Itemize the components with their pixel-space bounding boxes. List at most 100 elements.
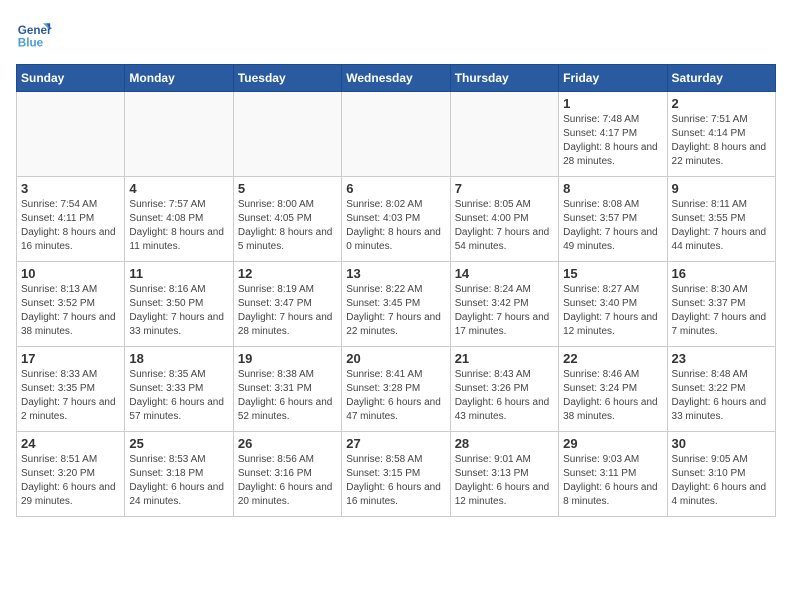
day-number: 24 [21, 436, 120, 451]
day-number: 4 [129, 181, 228, 196]
day-cell: 10 Sunrise: 8:13 AM Sunset: 3:52 PM Dayli… [17, 262, 125, 347]
day-info: Sunrise: 8:58 AM Sunset: 3:15 PM Dayligh… [346, 453, 445, 509]
day-number: 14 [455, 266, 554, 281]
day-info: Sunrise: 8:11 AM Sunset: 3:55 PM Dayligh… [672, 198, 771, 254]
day-cell: 11 Sunrise: 8:16 AM Sunset: 3:50 PM Dayli… [125, 262, 233, 347]
day-info: Sunrise: 8:43 AM Sunset: 3:26 PM Dayligh… [455, 368, 554, 424]
day-cell: 23Sunrise: 8:48 AM Sunset: 3:22 PM Dayli… [667, 347, 775, 432]
day-number: 20 [346, 351, 445, 366]
day-number: 9 [672, 181, 771, 196]
day-info: Sunrise: 8:35 AM Sunset: 3:33 PM Dayligh… [129, 368, 228, 424]
svg-text:Blue: Blue [18, 37, 44, 50]
week-row-2: 3Sunrise: 7:54 AM Sunset: 4:11 PM Daylig… [17, 177, 776, 262]
day-info: Sunrise: 8:16 AM Sunset: 3:50 PM Dayligh… [129, 283, 228, 339]
day-cell: 19 Sunrise: 8:38 AM Sunset: 3:31 PM Dayli… [233, 347, 341, 432]
day-info: Sunrise: 7:51 AM Sunset: 4:14 PM Dayligh… [672, 113, 771, 169]
day-cell: 20 Sunrise: 8:41 AM Sunset: 3:28 PM Dayli… [342, 347, 450, 432]
day-info: Sunrise: 9:01 AM Sunset: 3:13 PM Dayligh… [455, 453, 554, 509]
day-cell: 1 Sunrise: 7:48 AM Sunset: 4:17 PM Daylig… [559, 92, 667, 177]
day-number: 26 [238, 436, 337, 451]
day-info: Sunrise: 8:33 AM Sunset: 3:35 PM Dayligh… [21, 368, 120, 424]
day-number: 1 [563, 96, 662, 111]
day-cell [125, 92, 233, 177]
day-info: Sunrise: 8:48 AM Sunset: 3:22 PM Dayligh… [672, 368, 771, 424]
day-cell: 2 Sunrise: 7:51 AM Sunset: 4:14 PM Daylig… [667, 92, 775, 177]
day-number: 13 [346, 266, 445, 281]
day-cell: 15 Sunrise: 8:27 AM Sunset: 3:40 PM Dayli… [559, 262, 667, 347]
day-cell: 16 Sunrise: 8:30 AM Sunset: 3:37 PM Dayli… [667, 262, 775, 347]
day-info: Sunrise: 7:48 AM Sunset: 4:17 PM Dayligh… [563, 113, 662, 169]
day-cell: 25 Sunrise: 8:53 AM Sunset: 3:18 PM Dayli… [125, 432, 233, 517]
day-info: Sunrise: 8:24 AM Sunset: 3:42 PM Dayligh… [455, 283, 554, 339]
day-cell: 8 Sunrise: 8:08 AM Sunset: 3:57 PM Daylig… [559, 177, 667, 262]
day-cell: 9 Sunrise: 8:11 AM Sunset: 3:55 PM Daylig… [667, 177, 775, 262]
day-cell: 4 Sunrise: 7:57 AM Sunset: 4:08 PM Daylig… [125, 177, 233, 262]
day-info: Sunrise: 8:00 AM Sunset: 4:05 PM Dayligh… [238, 198, 337, 254]
day-number: 28 [455, 436, 554, 451]
day-info: Sunrise: 8:53 AM Sunset: 3:18 PM Dayligh… [129, 453, 228, 509]
day-number: 18 [129, 351, 228, 366]
day-info: Sunrise: 8:08 AM Sunset: 3:57 PM Dayligh… [563, 198, 662, 254]
day-cell: 12 Sunrise: 8:19 AM Sunset: 3:47 PM Dayli… [233, 262, 341, 347]
header: General Blue [16, 16, 776, 52]
day-number: 16 [672, 266, 771, 281]
day-cell: 21 Sunrise: 8:43 AM Sunset: 3:26 PM Dayli… [450, 347, 558, 432]
day-info: Sunrise: 8:13 AM Sunset: 3:52 PM Dayligh… [21, 283, 120, 339]
day-cell: 7 Sunrise: 8:05 AM Sunset: 4:00 PM Daylig… [450, 177, 558, 262]
header-row: SundayMondayTuesdayWednesdayThursdayFrid… [17, 65, 776, 92]
week-row-4: 17 Sunrise: 8:33 AM Sunset: 3:35 PM Dayli… [17, 347, 776, 432]
day-cell [17, 92, 125, 177]
day-cell: 22 Sunrise: 8:46 AM Sunset: 3:24 PM Dayli… [559, 347, 667, 432]
col-header-wednesday: Wednesday [342, 65, 450, 92]
col-header-monday: Monday [125, 65, 233, 92]
logo-icon: General Blue [16, 16, 52, 52]
day-number: 7 [455, 181, 554, 196]
week-row-5: 24 Sunrise: 8:51 AM Sunset: 3:20 PM Dayli… [17, 432, 776, 517]
day-info: Sunrise: 8:38 AM Sunset: 3:31 PM Dayligh… [238, 368, 337, 424]
day-info: Sunrise: 9:03 AM Sunset: 3:11 PM Dayligh… [563, 453, 662, 509]
day-number: 21 [455, 351, 554, 366]
day-number: 5 [238, 181, 337, 196]
day-info: Sunrise: 9:05 AM Sunset: 3:10 PM Dayligh… [672, 453, 771, 509]
day-cell: 3Sunrise: 7:54 AM Sunset: 4:11 PM Daylig… [17, 177, 125, 262]
week-row-1: 1 Sunrise: 7:48 AM Sunset: 4:17 PM Daylig… [17, 92, 776, 177]
day-number: 10 [21, 266, 120, 281]
day-cell: 30Sunrise: 9:05 AM Sunset: 3:10 PM Dayli… [667, 432, 775, 517]
day-number: 2 [672, 96, 771, 111]
day-cell [233, 92, 341, 177]
col-header-sunday: Sunday [17, 65, 125, 92]
col-header-saturday: Saturday [667, 65, 775, 92]
day-info: Sunrise: 8:30 AM Sunset: 3:37 PM Dayligh… [672, 283, 771, 339]
day-cell: 13Sunrise: 8:22 AM Sunset: 3:45 PM Dayli… [342, 262, 450, 347]
day-cell: 26Sunrise: 8:56 AM Sunset: 3:16 PM Dayli… [233, 432, 341, 517]
day-cell: 18 Sunrise: 8:35 AM Sunset: 3:33 PM Dayli… [125, 347, 233, 432]
day-info: Sunrise: 7:54 AM Sunset: 4:11 PM Dayligh… [21, 198, 120, 254]
day-info: Sunrise: 8:46 AM Sunset: 3:24 PM Dayligh… [563, 368, 662, 424]
day-number: 12 [238, 266, 337, 281]
week-row-3: 10 Sunrise: 8:13 AM Sunset: 3:52 PM Dayli… [17, 262, 776, 347]
day-number: 17 [21, 351, 120, 366]
day-cell [342, 92, 450, 177]
day-number: 22 [563, 351, 662, 366]
day-info: Sunrise: 8:51 AM Sunset: 3:20 PM Dayligh… [21, 453, 120, 509]
day-info: Sunrise: 8:41 AM Sunset: 3:28 PM Dayligh… [346, 368, 445, 424]
day-number: 27 [346, 436, 445, 451]
day-number: 19 [238, 351, 337, 366]
day-number: 6 [346, 181, 445, 196]
day-cell: 5 Sunrise: 8:00 AM Sunset: 4:05 PM Daylig… [233, 177, 341, 262]
day-cell: 24 Sunrise: 8:51 AM Sunset: 3:20 PM Dayli… [17, 432, 125, 517]
day-info: Sunrise: 8:27 AM Sunset: 3:40 PM Dayligh… [563, 283, 662, 339]
day-number: 8 [563, 181, 662, 196]
day-info: Sunrise: 8:19 AM Sunset: 3:47 PM Dayligh… [238, 283, 337, 339]
day-cell: 17 Sunrise: 8:33 AM Sunset: 3:35 PM Dayli… [17, 347, 125, 432]
day-info: Sunrise: 8:05 AM Sunset: 4:00 PM Dayligh… [455, 198, 554, 254]
day-number: 25 [129, 436, 228, 451]
day-info: Sunrise: 8:02 AM Sunset: 4:03 PM Dayligh… [346, 198, 445, 254]
day-number: 15 [563, 266, 662, 281]
logo: General Blue [16, 16, 56, 52]
day-cell: 6 Sunrise: 8:02 AM Sunset: 4:03 PM Daylig… [342, 177, 450, 262]
day-info: Sunrise: 7:57 AM Sunset: 4:08 PM Dayligh… [129, 198, 228, 254]
day-cell: 29Sunrise: 9:03 AM Sunset: 3:11 PM Dayli… [559, 432, 667, 517]
day-number: 11 [129, 266, 228, 281]
col-header-friday: Friday [559, 65, 667, 92]
